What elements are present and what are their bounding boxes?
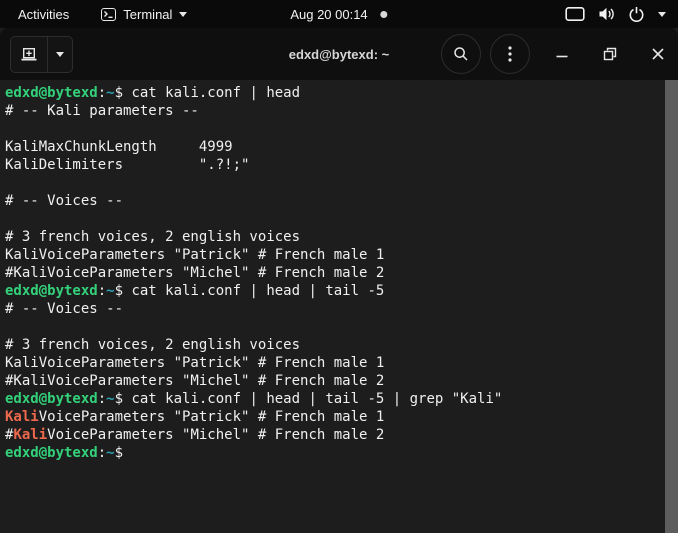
activities-button[interactable]: Activities (12, 5, 75, 24)
terminal-text-segment: $ (114, 391, 132, 407)
app-menu-label: Terminal (123, 6, 173, 22)
terminal-line: # -- Voices -- (5, 300, 660, 318)
terminal-text-segment: $ (114, 445, 124, 461)
terminal-text-segment: edxd@bytexd (5, 85, 98, 101)
terminal-text-segment: # 3 french voices, 2 english voices (5, 337, 301, 353)
terminal-text-segment: Kali (5, 409, 39, 425)
terminal-line: edxd@bytexd:~$ cat kali.conf | head | ta… (5, 282, 660, 300)
chevron-down-icon (658, 11, 666, 17)
terminal-line: # 3 french voices, 2 english voices (5, 336, 660, 354)
terminal-text-segment: : (97, 445, 107, 461)
terminal-text-segment: ~ (106, 85, 115, 101)
terminal-scrollbar[interactable] (665, 80, 678, 533)
terminal-text-segment: # -- Kali parameters -- (5, 103, 199, 119)
terminal-line: #KaliVoiceParameters "Michel" # French m… (5, 426, 660, 444)
terminal-text-segment: edxd@bytexd (5, 283, 98, 299)
terminal-text-segment: KaliMaxChunkLength 4999 (5, 139, 233, 155)
app-menu-terminal[interactable]: Terminal (101, 6, 188, 22)
terminal-text-segment: ~ (106, 283, 115, 299)
terminal-line: # 3 french voices, 2 english voices (5, 228, 660, 246)
terminal-text-segment: # -- Voices -- (5, 301, 124, 317)
close-icon (651, 47, 665, 61)
terminal-text-segment: $ (114, 85, 132, 101)
menu-button[interactable] (490, 34, 530, 74)
restore-button[interactable] (602, 46, 618, 62)
header-controls (441, 34, 666, 74)
terminal-text-segment: $ (114, 283, 132, 299)
terminal-line: edxd@bytexd:~$ (5, 444, 660, 462)
gnome-top-bar: Activities Terminal Aug 20 00:14 (0, 0, 678, 28)
terminal-output[interactable]: edxd@bytexd:~$ cat kali.conf | head # -- … (0, 80, 678, 533)
terminal-text-segment: KaliVoiceParameters "Patrick" # French m… (5, 355, 385, 371)
terminal-line: #KaliVoiceParameters "Michel" # French m… (5, 372, 660, 390)
kebab-menu-icon (508, 46, 512, 62)
search-icon (453, 46, 469, 62)
terminal-line: edxd@bytexd:~$ cat kali.conf | head (5, 84, 660, 102)
terminal-line: #KaliVoiceParameters "Michel" # French m… (5, 264, 660, 282)
new-tab-button-group (10, 35, 73, 73)
terminal-text-segment: #KaliVoiceParameters "Michel" # French m… (5, 373, 385, 389)
terminal-text-segment: edxd@bytexd (5, 445, 98, 461)
clock-area[interactable]: Aug 20 00:14 (290, 6, 388, 22)
terminal-text-segment: # -- Voices -- (5, 193, 124, 209)
terminal-text-segment: VoiceParameters "Michel" # French male 2 (47, 427, 385, 443)
terminal-line: edxd@bytexd:~$ cat kali.conf | head | ta… (5, 390, 660, 408)
system-tray[interactable] (565, 6, 666, 23)
terminal-text-segment: VoiceParameters "Patrick" # French male … (38, 409, 385, 425)
terminal-header-bar: edxd@bytexd: ~ (0, 28, 678, 80)
media-indicator-dot (380, 10, 388, 18)
new-tab-button[interactable] (11, 36, 48, 72)
terminal-line: # -- Voices -- (5, 192, 660, 210)
terminal-line: KaliDelimiters ".?!;" (5, 156, 660, 174)
terminal-text-segment: #KaliVoiceParameters "Michel" # French m… (5, 265, 385, 281)
clock-label: Aug 20 00:14 (290, 6, 368, 22)
terminal-text-segment: : (97, 391, 107, 407)
power-icon (628, 6, 645, 23)
chevron-down-icon (179, 11, 188, 17)
terminal-text-segment: : (97, 283, 107, 299)
terminal-line: # -- Kali parameters -- (5, 102, 660, 120)
terminal-line: KaliVoiceParameters "Patrick" # French m… (5, 408, 660, 426)
new-tab-icon (21, 47, 37, 61)
minimize-button[interactable] (554, 46, 570, 62)
terminal-text-segment: KaliDelimiters ".?!;" (5, 157, 250, 173)
terminal-text-segment: Kali (13, 427, 48, 443)
volume-icon (598, 6, 615, 22)
minimize-icon (555, 47, 569, 61)
terminal-text-segment: edxd@bytexd (5, 391, 98, 407)
close-button[interactable] (650, 46, 666, 62)
display-icon (565, 6, 585, 22)
terminal-text-segment: cat kali.conf | head | tail -5 | grep "K… (131, 391, 503, 407)
terminal-line: KaliVoiceParameters "Patrick" # French m… (5, 354, 660, 372)
terminal-text-segment: : (97, 85, 107, 101)
search-button[interactable] (441, 34, 481, 74)
restore-icon (603, 47, 617, 61)
window-title: edxd@bytexd: ~ (288, 46, 390, 62)
terminal-text-segment: ~ (106, 391, 115, 407)
terminal-text-segment: # 3 french voices, 2 english voices (5, 229, 301, 245)
terminal-line: KaliMaxChunkLength 4999 (5, 138, 660, 156)
terminal-text-segment: cat kali.conf | head (131, 85, 301, 101)
chevron-down-icon (56, 51, 64, 57)
terminal-text-segment: KaliVoiceParameters "Patrick" # French m… (5, 247, 385, 263)
terminal-line: KaliVoiceParameters "Patrick" # French m… (5, 246, 660, 264)
terminal-app-icon (101, 7, 117, 21)
tab-chooser-button[interactable] (48, 37, 72, 72)
terminal-text-segment: cat kali.conf | head | tail -5 (131, 283, 385, 299)
terminal-text-segment: ~ (106, 445, 115, 461)
